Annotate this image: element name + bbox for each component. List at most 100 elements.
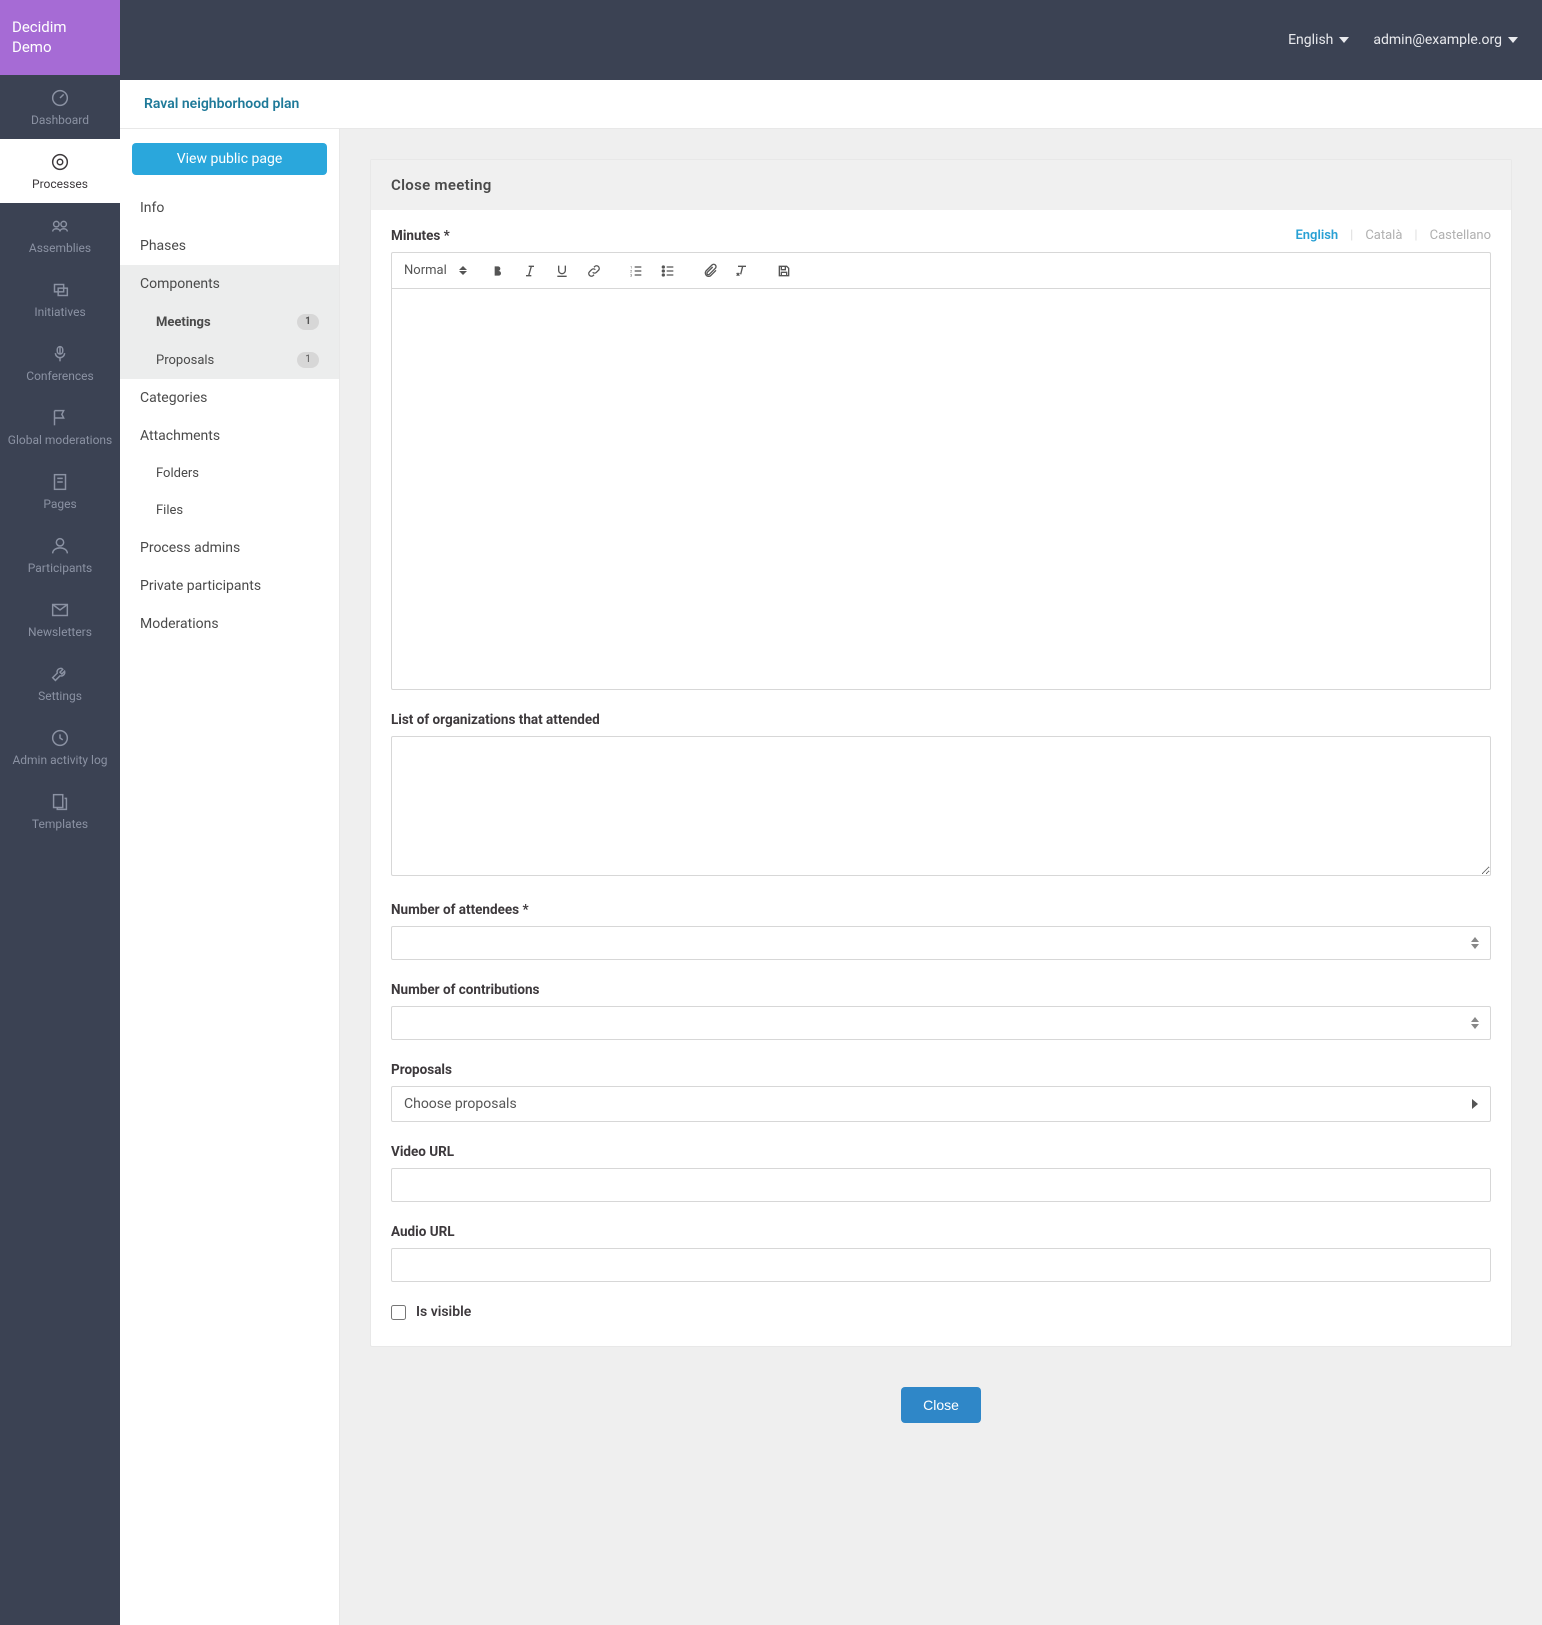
snav-categories[interactable]: Categories xyxy=(120,379,339,417)
nav-label: Templates xyxy=(4,817,116,831)
nav-label: Admin activity log xyxy=(4,753,116,767)
caret-right-icon xyxy=(1472,1099,1478,1109)
nav-label: Pages xyxy=(4,497,116,511)
nav-label: Conferences xyxy=(4,369,116,383)
assemblies-icon xyxy=(4,215,116,237)
snav-meetings[interactable]: Meetings 1 xyxy=(120,303,339,341)
proposals-select[interactable]: Choose proposals xyxy=(391,1086,1491,1122)
nav-label: Processes xyxy=(4,177,116,191)
nav-newsletters[interactable]: Newsletters xyxy=(0,587,120,651)
rte-italic-button[interactable] xyxy=(519,260,541,282)
attendees-input[interactable] xyxy=(391,926,1491,960)
lang-tab-catala[interactable]: Català xyxy=(1365,228,1402,243)
dashboard-icon xyxy=(4,87,116,109)
snav-proposals-badge: 1 xyxy=(297,352,319,368)
attendees-label: Number of attendees * xyxy=(391,902,1491,918)
nav-processes[interactable]: Processes xyxy=(0,139,120,203)
view-public-button[interactable]: View public page xyxy=(132,143,327,175)
svg-text:3: 3 xyxy=(630,272,632,277)
initiatives-icon xyxy=(4,279,116,301)
nav-pages[interactable]: Pages xyxy=(0,459,120,523)
organizations-textarea[interactable] xyxy=(391,736,1491,876)
minutes-textarea[interactable] xyxy=(392,289,1490,689)
language-label: English xyxy=(1288,32,1333,48)
breadcrumb[interactable]: Raval neighborhood plan xyxy=(144,96,299,112)
snav-meetings-label: Meetings xyxy=(156,315,211,330)
nav-label: Settings xyxy=(4,689,116,703)
processes-icon xyxy=(4,151,116,173)
nav-assemblies[interactable]: Assemblies xyxy=(0,203,120,267)
rte-ordered-list-button[interactable]: 123 xyxy=(625,260,647,282)
lang-tab-english[interactable]: English xyxy=(1295,228,1338,243)
nav-label: Newsletters xyxy=(4,625,116,639)
nav-label: Initiatives xyxy=(4,305,116,319)
rte-save-button[interactable] xyxy=(773,260,795,282)
rte-clear-format-button[interactable] xyxy=(731,260,753,282)
snav-folders[interactable]: Folders xyxy=(120,455,339,492)
rte-bold-button[interactable] xyxy=(487,260,509,282)
proposals-label: Proposals xyxy=(391,1062,1491,1078)
rte-underline-button[interactable] xyxy=(551,260,573,282)
envelope-icon xyxy=(4,599,116,621)
rte-format-select[interactable]: Normal xyxy=(402,259,449,282)
snav-components[interactable]: Components xyxy=(120,265,339,303)
titlebar: Raval neighborhood plan xyxy=(120,80,1542,129)
user-icon xyxy=(4,535,116,557)
snav-files[interactable]: Files xyxy=(120,492,339,529)
video-url-label: Video URL xyxy=(391,1144,1491,1160)
nav-global-moderations[interactable]: Global moderations xyxy=(0,395,120,459)
nav-label: Global moderations xyxy=(4,433,116,447)
is-visible-label: Is visible xyxy=(416,1304,471,1320)
snav-moderations[interactable]: Moderations xyxy=(120,605,339,643)
nav-dashboard[interactable]: Dashboard xyxy=(0,75,120,139)
user-email: admin@example.org xyxy=(1373,32,1502,48)
main-content: Close meeting English | Català | Castell… xyxy=(340,129,1542,1625)
snav-proposals[interactable]: Proposals 1 xyxy=(120,341,339,379)
nav-label: Assemblies xyxy=(4,241,116,255)
nav-conferences[interactable]: Conferences xyxy=(0,331,120,395)
conferences-icon xyxy=(4,343,116,365)
rte-attachment-button[interactable] xyxy=(699,260,721,282)
brand: Decidim Demo xyxy=(0,0,120,75)
flag-icon xyxy=(4,407,116,429)
topbar: English admin@example.org xyxy=(120,0,1542,80)
card-title: Close meeting xyxy=(371,160,1511,210)
caret-down-icon xyxy=(1508,37,1518,43)
templates-icon xyxy=(4,791,116,813)
primary-nav: Decidim Demo Dashboard Processes Assembl… xyxy=(0,0,120,1625)
snav-process-admins[interactable]: Process admins xyxy=(120,529,339,567)
rte-unordered-list-button[interactable] xyxy=(657,260,679,282)
caret-down-icon xyxy=(1339,37,1349,43)
lang-tab-castellano[interactable]: Castellano xyxy=(1430,228,1491,243)
pages-icon xyxy=(4,471,116,493)
nav-initiatives[interactable]: Initiatives xyxy=(0,267,120,331)
snav-private-participants[interactable]: Private participants xyxy=(120,567,339,605)
language-tabs: English | Català | Castellano xyxy=(1295,228,1491,243)
select-arrows-icon xyxy=(459,266,467,275)
close-submit-button[interactable]: Close xyxy=(901,1387,981,1423)
nav-label: Dashboard xyxy=(4,113,116,127)
language-switcher[interactable]: English xyxy=(1288,32,1349,48)
snav-info[interactable]: Info xyxy=(120,189,339,227)
proposals-placeholder: Choose proposals xyxy=(404,1096,517,1112)
snav-phases[interactable]: Phases xyxy=(120,227,339,265)
secondary-nav: View public page Info Phases Components … xyxy=(120,129,340,1625)
nav-label: Participants xyxy=(4,561,116,575)
audio-url-input[interactable] xyxy=(391,1248,1491,1282)
user-menu[interactable]: admin@example.org xyxy=(1373,32,1518,48)
snav-attachments[interactable]: Attachments xyxy=(120,417,339,455)
contributions-input[interactable] xyxy=(391,1006,1491,1040)
audio-url-label: Audio URL xyxy=(391,1224,1491,1240)
is-visible-checkbox[interactable] xyxy=(391,1305,406,1320)
snav-proposals-label: Proposals xyxy=(156,353,214,368)
rte-link-button[interactable] xyxy=(583,260,605,282)
wrench-icon xyxy=(4,663,116,685)
nav-participants[interactable]: Participants xyxy=(0,523,120,587)
snav-meetings-badge: 1 xyxy=(297,314,319,330)
nav-settings[interactable]: Settings xyxy=(0,651,120,715)
nav-templates[interactable]: Templates xyxy=(0,779,120,843)
video-url-input[interactable] xyxy=(391,1168,1491,1202)
snav-files-label: Files xyxy=(156,503,183,518)
snav-folders-label: Folders xyxy=(156,466,199,481)
nav-admin-activity-log[interactable]: Admin activity log xyxy=(0,715,120,779)
